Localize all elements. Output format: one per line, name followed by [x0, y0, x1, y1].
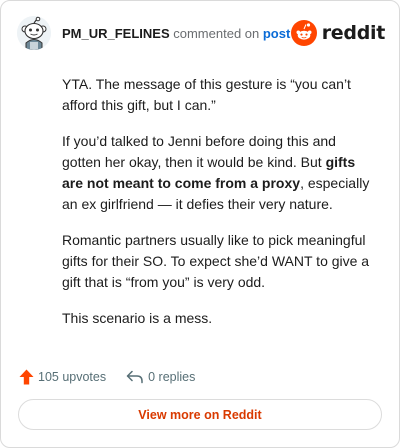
avatar-snoo-icon: [17, 16, 51, 50]
replies-stat[interactable]: 0 replies: [126, 370, 195, 384]
post-link[interactable]: post: [263, 26, 290, 41]
username-link[interactable]: PM_UR_FELINES: [62, 26, 170, 41]
comment-paragraph: This scenario is a mess.: [62, 308, 378, 329]
comment-body: YTA. The message of this gesture is “you…: [62, 74, 378, 344]
embed-card: PM_UR_FELINES commented on post reddit Y…: [0, 0, 400, 448]
comment-header: PM_UR_FELINES commented on post reddit: [17, 16, 385, 52]
paragraph-text: YTA. The message of this gesture is “you…: [62, 76, 351, 113]
replies-count: 0 replies: [148, 370, 196, 384]
reply-arrow-icon: [126, 370, 143, 384]
paragraph-text: This scenario is a mess.: [62, 310, 213, 326]
action-text: commented on: [169, 26, 263, 41]
reddit-wordmark: reddit: [321, 22, 386, 44]
reddit-logo-icon: [290, 20, 317, 46]
comment-paragraph: Romantic partners usually like to pick m…: [62, 230, 378, 293]
paragraph-text: If you’d talked to Jenni before doing th…: [62, 133, 336, 170]
avatar[interactable]: [17, 16, 51, 50]
upvotes-count: 105 upvotes: [38, 370, 107, 384]
view-more-button[interactable]: View more on Reddit: [18, 399, 382, 430]
upvotes-stat[interactable]: 105 upvotes: [19, 369, 106, 385]
comment-paragraph: YTA. The message of this gesture is “you…: [62, 74, 378, 116]
paragraph-text: Romantic partners usually like to pick m…: [62, 232, 370, 290]
comment-footer: 105 upvotes 0 replies: [19, 367, 195, 387]
comment-attribution: PM_UR_FELINES commented on post: [62, 26, 290, 42]
comment-paragraph: If you’d talked to Jenni before doing th…: [62, 131, 378, 215]
reddit-logo[interactable]: reddit: [290, 19, 386, 47]
upvote-arrow-icon: [19, 369, 34, 385]
